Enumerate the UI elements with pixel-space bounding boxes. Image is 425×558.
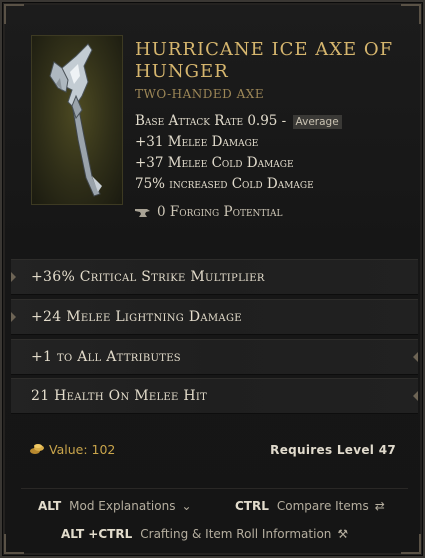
forging-potential: 0 Forging Potential bbox=[135, 204, 282, 220]
hint-label: Compare Items bbox=[276, 499, 369, 513]
attack-rate-text: Base Attack Rate 0.95 - bbox=[135, 113, 287, 129]
crafting-info-hint[interactable]: ALT +CTRL Crafting & Item Roll Informatio… bbox=[61, 527, 348, 541]
mod-explanations-hint[interactable]: ALT Mod Explanations ⌄ bbox=[38, 499, 192, 513]
increased-cold-stat: 75% increased Cold Damage bbox=[135, 176, 314, 192]
affix-marker bbox=[11, 272, 16, 282]
key-label: ALT +CTRL bbox=[61, 527, 133, 541]
axe-item-icon bbox=[49, 43, 102, 197]
key-label: CTRL bbox=[235, 499, 269, 513]
value-text: Value: 102 bbox=[49, 442, 116, 457]
forging-text: 0 Forging Potential bbox=[157, 204, 283, 220]
attack-rate-stat: Base Attack Rate 0.95 - Average bbox=[135, 113, 342, 129]
affix-row[interactable]: 21 Health On Melee Hit bbox=[11, 378, 418, 414]
anvil-icon bbox=[135, 208, 150, 217]
affix-text: 21 Health On Melee Hit bbox=[31, 388, 208, 404]
affix-row[interactable]: +24 Melee Lightning Damage bbox=[11, 299, 418, 335]
compare-items-hint[interactable]: CTRL Compare Items ⇄ bbox=[235, 499, 385, 513]
affix-marker bbox=[413, 391, 418, 401]
item-tooltip: Hurricane Ice Axe of Hunger Two-Handed A… bbox=[0, 0, 425, 558]
hint-label: Crafting & Item Roll Information bbox=[140, 527, 332, 541]
affix-marker bbox=[413, 352, 418, 362]
chevron-down-icon: ⌄ bbox=[181, 499, 192, 513]
cold-damage-stat: +37 Melee Cold Damage bbox=[135, 155, 294, 171]
affix-row[interactable]: +36% Critical Strike Multiplier bbox=[11, 259, 418, 295]
item-value: Value: 102 bbox=[30, 442, 115, 457]
affix-text: +24 Melee Lightning Damage bbox=[31, 309, 242, 325]
hammer-icon: ⚒ bbox=[337, 527, 349, 541]
item-name: Hurricane Ice Axe of Hunger bbox=[135, 39, 394, 82]
key-label: ALT bbox=[38, 499, 62, 513]
item-type: Two-Handed Axe bbox=[135, 87, 265, 101]
compare-arrows-icon: ⇄ bbox=[374, 499, 385, 513]
affix-marker bbox=[11, 312, 16, 322]
affix-text: +36% Critical Strike Multiplier bbox=[31, 269, 265, 285]
coin-icon bbox=[30, 444, 44, 454]
affix-text: +1 to All Attributes bbox=[31, 349, 181, 365]
level-requirement: Requires Level 47 bbox=[270, 443, 396, 457]
attack-rating-badge: Average bbox=[292, 115, 342, 129]
hint-label: Mod Explanations bbox=[69, 499, 176, 513]
keybind-hints: ALT Mod Explanations ⌄ CTRL Compare Items ⇄ … bbox=[21, 488, 408, 551]
melee-damage-stat: +31 Melee Damage bbox=[135, 134, 259, 150]
item-header: Hurricane Ice Axe of Hunger Two-Handed A… bbox=[2, 2, 425, 258]
affix-row[interactable]: +1 to All Attributes bbox=[11, 339, 418, 375]
item-portrait bbox=[31, 35, 123, 205]
